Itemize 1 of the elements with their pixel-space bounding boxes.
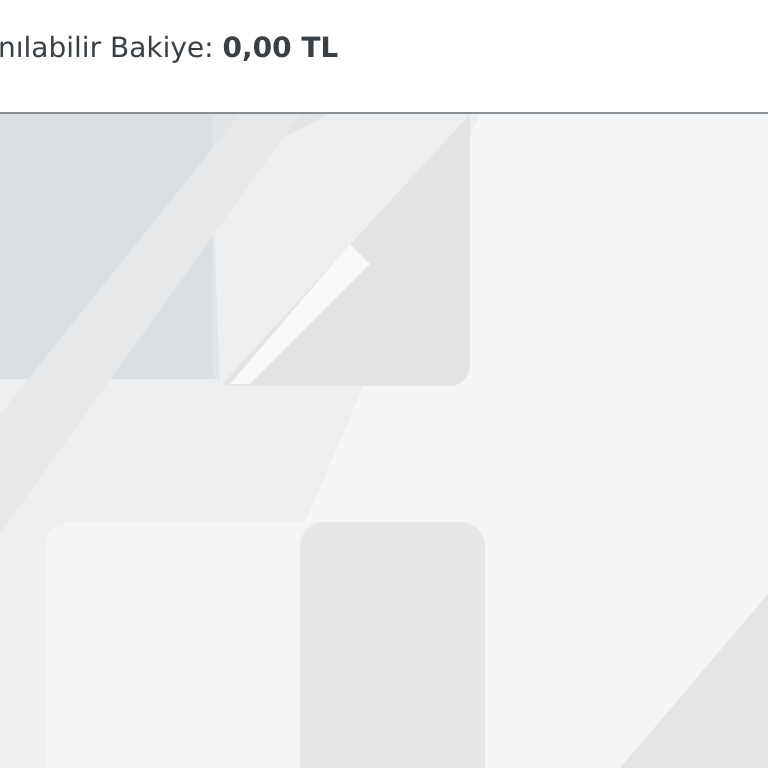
balance-text: nılabilir Bakiye: 0,00 TL [0, 30, 338, 66]
